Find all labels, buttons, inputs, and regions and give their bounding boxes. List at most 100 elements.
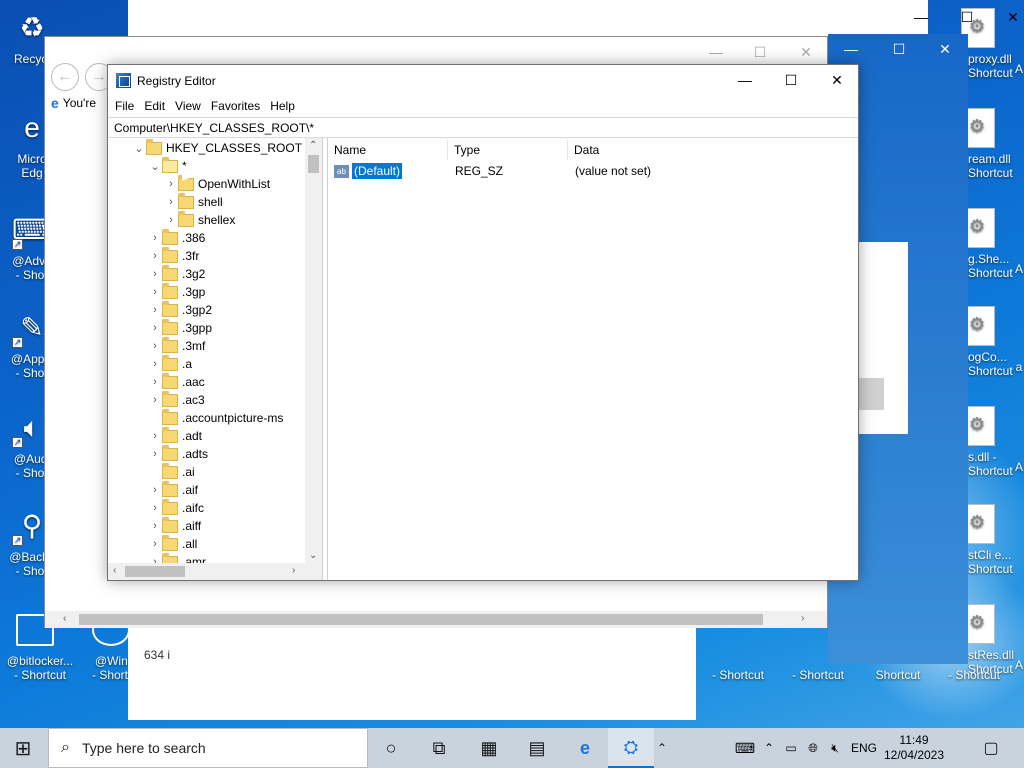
minimize-button[interactable]: — — [828, 34, 874, 64]
desktop-icon-fragment[interactable]: A — [1014, 62, 1024, 76]
value-row[interactable]: ab (Default) — [334, 162, 404, 180]
tree-item[interactable]: › .3fr — [148, 246, 199, 265]
menu-favorites[interactable]: Favorites — [206, 99, 265, 113]
tree-item[interactable]: › .3mf — [148, 336, 205, 355]
tree-item[interactable]: › .aac — [148, 372, 205, 391]
notifications-icon[interactable]: ▢ — [968, 728, 1014, 768]
tree-item[interactable]: › .3gpp — [148, 318, 212, 337]
tree-item[interactable]: › .3gp — [148, 282, 205, 301]
column-type[interactable]: Type — [448, 140, 568, 160]
close-button[interactable]: ✕ — [814, 65, 860, 95]
desktop-icon-label[interactable]: - Shortcut — [780, 668, 856, 682]
internet-explorer-icon[interactable]: e — [562, 728, 608, 768]
title-bar[interactable]: Registry Editor — ☐ ✕ — [108, 65, 858, 96]
task-view-icon[interactable]: ⧉ — [416, 728, 462, 768]
tree-item[interactable]: › .adts — [148, 444, 208, 463]
taskbar-search[interactable]: ⌕ Type here to search — [48, 728, 368, 768]
registry-editor-taskbar-icon[interactable]: ⛭ — [608, 728, 654, 768]
tree-item[interactable]: › .all — [148, 534, 197, 553]
scroll-down-arrow-icon[interactable]: ⌄ — [309, 550, 317, 561]
chevron-right-icon[interactable]: › — [164, 178, 178, 190]
chevron-right-icon[interactable]: › — [148, 250, 162, 262]
cortana-icon[interactable]: ○ — [368, 728, 414, 768]
tree-item[interactable]: › .3gp2 — [148, 300, 212, 319]
chevron-right-icon[interactable]: › — [148, 358, 162, 370]
start-windows-icon[interactable]: ⊞ — [0, 728, 46, 768]
chevron-right-icon[interactable]: › — [148, 322, 162, 334]
close-button[interactable]: ✕ — [990, 2, 1024, 32]
column-data[interactable]: Data — [568, 140, 738, 160]
close-button[interactable]: ✕ — [783, 37, 829, 67]
desktop-icon-fragment[interactable]: a — [1014, 360, 1024, 374]
chevron-right-icon[interactable]: › — [148, 268, 162, 280]
tree-item[interactable]: › .aifc — [148, 498, 204, 517]
minimize-button[interactable]: — — [722, 65, 768, 95]
scroll-left-arrow-icon[interactable]: ‹ — [63, 613, 66, 624]
desktop-icon-label[interactable]: - Shortcut — [936, 668, 1012, 682]
desktop-icon-fragment[interactable]: A — [1014, 658, 1024, 672]
desktop-icon-label[interactable]: - Shortcut — [700, 668, 776, 682]
background-window[interactable]: — ☐ ✕ — [128, 0, 1019, 36]
chevron-right-icon[interactable]: › — [148, 394, 162, 406]
tree-item[interactable]: › .aiff — [148, 516, 201, 535]
scroll-left-arrow-icon[interactable]: ‹ — [113, 565, 116, 576]
scroll-thumb[interactable] — [125, 566, 185, 577]
key-tree[interactable]: ⌄ HKEY_CLASSES_ROOT ⌄ * › OpenWithList › shell ›… — [108, 138, 323, 580]
tree-item[interactable]: › .aif — [148, 480, 198, 499]
column-name[interactable]: Name — [328, 140, 448, 160]
scroll-up-arrow-icon[interactable]: ⌃ — [309, 140, 317, 151]
tree-item[interactable]: › .ac3 — [148, 390, 205, 409]
chevron-right-icon[interactable]: › — [148, 484, 162, 496]
menu-help[interactable]: Help — [265, 99, 300, 113]
tree-item[interactable]: › shellex — [164, 210, 235, 229]
tree-item[interactable]: › .386 — [148, 228, 205, 247]
tree-item[interactable]: › .3g2 — [148, 264, 205, 283]
taskbar-overflow-icon[interactable]: ⌃ — [652, 728, 672, 768]
chevron-right-icon[interactable]: › — [148, 448, 162, 460]
maximize-button[interactable]: ☐ — [876, 34, 922, 64]
desktop-icon-fragment[interactable]: A — [1014, 460, 1024, 474]
address-bar[interactable]: Computer\HKEY_CLASSES_ROOT\* — [108, 117, 858, 138]
calculator-app-icon[interactable]: ▤ — [514, 728, 560, 768]
menu-view[interactable]: View — [170, 99, 206, 113]
language-indicator[interactable]: ENG — [846, 741, 882, 755]
chevron-right-icon[interactable]: › — [148, 376, 162, 388]
menu-edit[interactable]: Edit — [139, 99, 170, 113]
tree-item[interactable]: › .a — [148, 354, 192, 373]
desktop-icon-fragment[interactable]: A — [1014, 262, 1024, 276]
volume-muted-icon[interactable]: 🔇︎ — [824, 741, 846, 756]
scroll-right-arrow-icon[interactable]: › — [292, 565, 295, 576]
tree-item[interactable]: › .adt — [148, 426, 202, 445]
tree-hscroll[interactable]: ‹ › — [108, 563, 322, 580]
network-icon[interactable]: 🌐︎ — [802, 741, 824, 756]
chevron-right-icon[interactable]: › — [148, 520, 162, 532]
tree-item[interactable]: › OpenWithList — [164, 174, 270, 193]
clock[interactable]: 11:49 12/04/2023 — [882, 733, 946, 763]
chevron-right-icon[interactable]: › — [148, 538, 162, 550]
calendar-app-icon[interactable]: ▦ — [466, 728, 512, 768]
tree-item[interactable]: .ai — [148, 462, 195, 481]
meet-now-icon[interactable]: ▭ — [780, 741, 802, 755]
registry-editor-window[interactable]: Registry Editor — ☐ ✕ File Edit View Fav… — [107, 64, 859, 581]
chevron-right-icon[interactable]: › — [148, 502, 162, 514]
touch-keyboard-icon[interactable]: ⌨ — [732, 740, 758, 757]
minimize-button[interactable]: — — [898, 2, 944, 32]
scroll-right-arrow-icon[interactable]: › — [801, 613, 804, 624]
menu-file[interactable]: File — [110, 99, 139, 113]
minimize-button[interactable]: — — [693, 37, 739, 67]
scroll-thumb[interactable] — [79, 614, 763, 625]
chevron-right-icon[interactable]: › — [148, 304, 162, 316]
chevron-right-icon[interactable]: › — [148, 430, 162, 442]
tree-vscroll[interactable]: ⌃ ⌄ — [305, 138, 322, 563]
tree-item[interactable]: .accountpicture-ms — [148, 408, 283, 427]
show-hidden-icon[interactable]: ⌃ — [758, 741, 780, 755]
explorer-hscroll[interactable]: ‹ › — [45, 611, 827, 628]
chevron-right-icon[interactable]: › — [164, 196, 178, 208]
values-pane[interactable]: Name Type Data ab (Default) REG_SZ (valu… — [327, 138, 858, 580]
chevron-right-icon[interactable]: › — [148, 232, 162, 244]
desktop-icon-label[interactable]: Shortcut — [860, 668, 936, 682]
maximize-button[interactable]: ☐ — [768, 65, 814, 95]
chevron-down-icon[interactable]: ⌄ — [132, 142, 146, 155]
chevron-right-icon[interactable]: › — [148, 340, 162, 352]
maximize-button[interactable]: ☐ — [944, 2, 990, 32]
